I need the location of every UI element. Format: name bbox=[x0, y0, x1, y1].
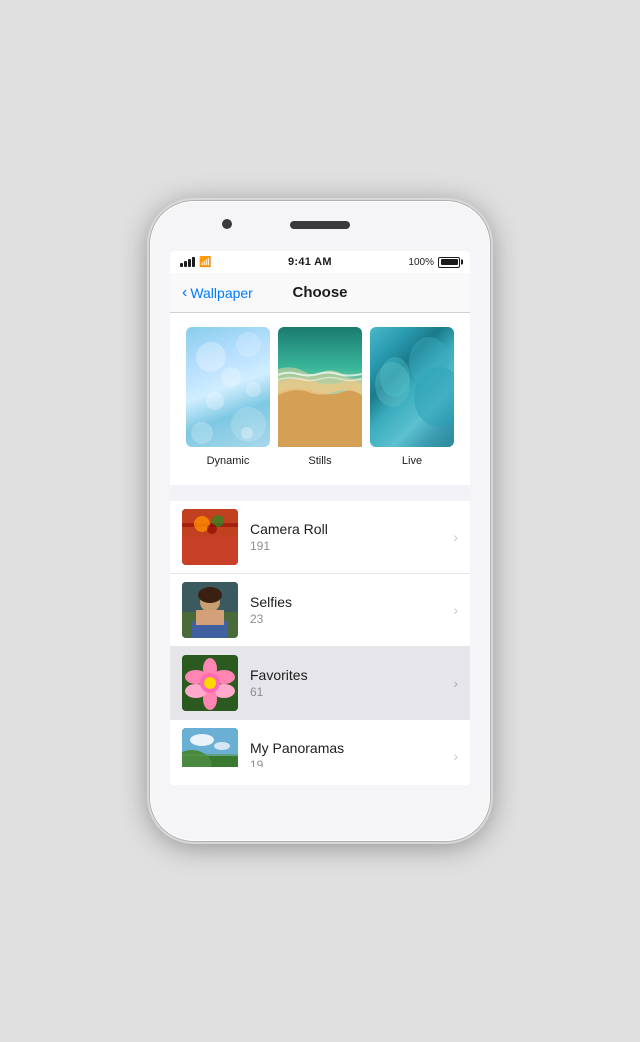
panoramas-info: My Panoramas 19 bbox=[238, 740, 445, 767]
phone-top-bar bbox=[150, 201, 490, 251]
wifi-icon: 📶 bbox=[199, 257, 211, 268]
front-camera bbox=[222, 219, 232, 229]
selfies-thumbnail bbox=[182, 582, 238, 638]
phone-frame: 📶 9:41 AM 100% ‹ Wallpaper Choose bbox=[150, 201, 490, 841]
album-row-favorites[interactable]: Favorites 61 › bbox=[170, 647, 470, 720]
chevron-left-icon: ‹ bbox=[182, 285, 187, 301]
stills-wallpaper-thumb[interactable] bbox=[278, 327, 362, 447]
signal-bar-2 bbox=[184, 261, 187, 267]
favorites-info: Favorites 61 bbox=[238, 667, 445, 699]
album-row-camera-roll[interactable]: Camera Roll 191 › bbox=[170, 501, 470, 574]
dynamic-wallpaper-thumb[interactable] bbox=[186, 327, 270, 447]
favorites-count: 61 bbox=[250, 685, 445, 699]
wallpaper-type-section: Dynamic Stills Live bbox=[170, 313, 470, 485]
battery-icon bbox=[438, 257, 460, 268]
status-bar: 📶 9:41 AM 100% bbox=[170, 251, 470, 273]
battery-percentage: 100% bbox=[408, 257, 434, 268]
home-indicator-area bbox=[170, 767, 470, 785]
battery-fill bbox=[441, 259, 458, 265]
camera-roll-name: Camera Roll bbox=[250, 521, 445, 537]
favorites-name: Favorites bbox=[250, 667, 445, 683]
status-left: 📶 bbox=[180, 257, 211, 268]
back-label: Wallpaper bbox=[190, 285, 253, 301]
camera-roll-info: Camera Roll 191 bbox=[238, 521, 445, 553]
album-list: Camera Roll 191 › bbox=[170, 501, 470, 767]
nav-title: Choose bbox=[292, 284, 347, 301]
camera-roll-count: 191 bbox=[250, 539, 445, 553]
signal-bar-4 bbox=[192, 257, 195, 267]
panoramas-count: 19 bbox=[250, 758, 445, 767]
selfies-info: Selfies 23 bbox=[238, 594, 445, 626]
screen: 📶 9:41 AM 100% ‹ Wallpaper Choose bbox=[170, 251, 470, 785]
album-row-selfies[interactable]: Selfies 23 › bbox=[170, 574, 470, 647]
favorites-thumbnail bbox=[182, 655, 238, 711]
camera-roll-chevron: › bbox=[453, 529, 458, 545]
album-row-panoramas[interactable]: My Panoramas 19 › bbox=[170, 720, 470, 767]
panoramas-chevron: › bbox=[453, 748, 458, 764]
selfies-name: Selfies bbox=[250, 594, 445, 610]
signal-bar-1 bbox=[180, 263, 183, 267]
status-right: 100% bbox=[408, 257, 460, 268]
section-divider bbox=[170, 485, 470, 493]
camera-roll-thumbnail bbox=[182, 509, 238, 565]
live-wallpaper-thumb[interactable] bbox=[370, 327, 454, 447]
back-button[interactable]: ‹ Wallpaper bbox=[182, 285, 253, 301]
speaker-grille bbox=[290, 221, 350, 229]
stills-label: Stills bbox=[278, 455, 362, 475]
main-content: Dynamic Stills Live bbox=[170, 313, 470, 767]
status-time: 9:41 AM bbox=[288, 256, 332, 268]
wallpaper-labels-row: Dynamic Stills Live bbox=[180, 455, 460, 475]
panoramas-thumbnail bbox=[182, 728, 238, 767]
dynamic-label: Dynamic bbox=[186, 455, 270, 475]
favorites-chevron: › bbox=[453, 675, 458, 691]
selfies-count: 23 bbox=[250, 612, 445, 626]
selfies-chevron: › bbox=[453, 602, 458, 618]
signal-bar-3 bbox=[188, 259, 191, 267]
navigation-bar: ‹ Wallpaper Choose bbox=[170, 273, 470, 313]
wallpaper-thumbnails-row bbox=[180, 327, 460, 447]
live-label: Live bbox=[370, 455, 454, 475]
signal-bars bbox=[180, 257, 195, 267]
panoramas-name: My Panoramas bbox=[250, 740, 445, 756]
